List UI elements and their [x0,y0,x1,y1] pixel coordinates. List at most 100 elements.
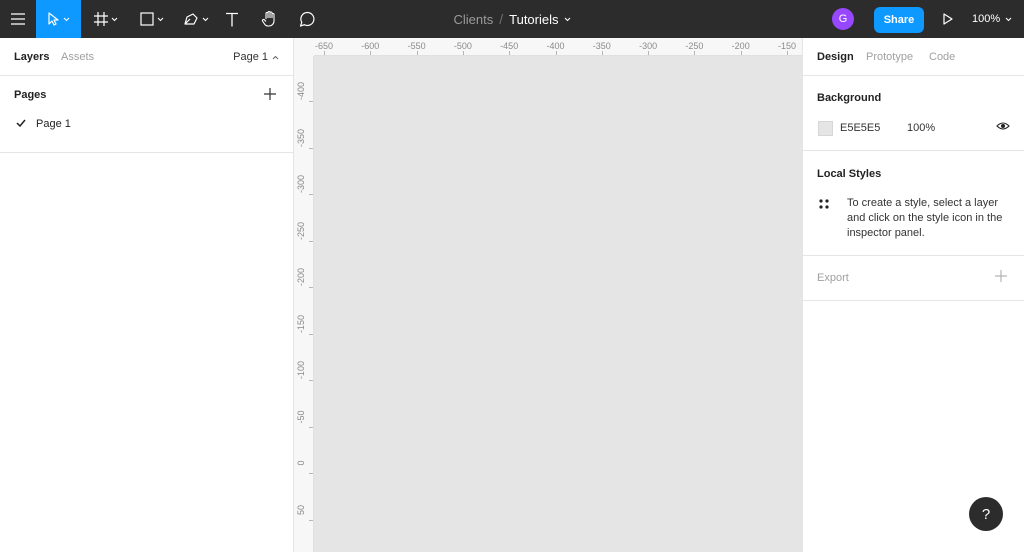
local-styles-title: Local Styles [817,168,882,180]
ruler-label: -200 [731,41,750,51]
text-T-icon [226,12,238,26]
ruler-label: 0 [296,460,306,466]
rectangle-icon [140,12,154,26]
eye-icon[interactable] [996,121,1010,131]
ruler-tick [555,51,557,55]
ruler-tick [309,380,313,381]
chevron-up-icon [272,55,279,59]
comment-tool-button[interactable] [294,0,320,38]
left-panel-tabs: Layers Assets Page 1 [0,38,293,76]
pages-section: Pages Page 1 [0,76,293,153]
zoom-menu[interactable]: 100% [972,0,1012,38]
ruler-corner [294,38,314,56]
tab-design[interactable]: Design [817,38,854,76]
ruler-tick [309,426,313,428]
frame-tool-button[interactable] [86,0,126,38]
breadcrumb-file-name[interactable]: Tutoriels [509,12,558,27]
breadcrumb-separator: / [499,11,504,27]
page-name: Page 1 [36,118,71,130]
ruler-tick [462,51,464,55]
page-select[interactable]: Page 1 [233,38,279,76]
shape-tool-button[interactable] [132,0,172,38]
ruler-tick [309,519,313,521]
style-grid-icon [819,199,829,209]
ruler-label: -300 [296,174,306,194]
tab-prototype[interactable]: Prototype [866,38,913,76]
ruler-label: -250 [685,41,704,51]
chevron-down-icon [157,17,164,21]
ruler-label: -400 [296,81,306,101]
ruler-tick [309,333,313,335]
background-title: Background [817,92,882,104]
ruler-label: -450 [500,41,519,51]
left-panel: Layers Assets Page 1 Pages Page 1 [0,38,294,552]
ruler-label: -350 [592,41,611,51]
add-page-button[interactable] [262,86,278,102]
chevron-down-icon[interactable] [564,17,571,22]
move-tool-button[interactable] [36,0,81,38]
ruler-tick [370,51,372,55]
pen-nib-icon [184,13,198,25]
chevron-down-icon [202,17,209,21]
hand-icon [261,10,275,27]
canvas[interactable] [314,56,802,552]
zoom-level: 100% [972,13,1001,25]
tab-layers[interactable]: Layers [14,38,49,76]
ruler-tick [416,51,418,55]
play-icon [943,13,953,25]
ruler-label: -200 [296,267,306,287]
plus-icon[interactable] [995,270,1007,282]
local-styles-hint: To create a style, select a layer and cl… [847,197,1003,239]
pages-title: Pages [14,89,47,101]
export-title: Export [817,272,849,284]
ruler-tick [309,101,313,102]
ruler-label: -150 [296,314,306,333]
export-section: Export [803,256,1024,301]
tab-code[interactable]: Code [929,38,955,76]
hamburger-menu-icon [11,13,25,25]
ruler-label: -50 [296,409,306,424]
ruler-tick [309,240,313,242]
ruler-label: -650 [314,41,334,51]
checkmark-icon [16,119,26,127]
avatar[interactable]: G [832,8,854,30]
tab-assets[interactable]: Assets [61,38,94,76]
page-list-item[interactable]: Page 1 [0,114,293,136]
ruler-tick [309,473,313,474]
ruler-tick [648,51,650,55]
cursor-arrow-icon [47,12,59,26]
local-styles-section: Local Styles To create a style, select a… [803,151,1024,256]
ruler-label: -400 [546,41,565,51]
frame-hash-icon [94,12,108,26]
background-hex-value[interactable]: E5E5E5 [840,122,880,134]
present-button[interactable] [938,0,958,38]
ruler-label: -150 [777,41,797,51]
right-panel-tabs: Design Prototype Code [803,38,1024,76]
breadcrumb-project[interactable]: Clients [453,12,493,27]
page-select-label: Page 1 [233,51,268,63]
text-tool-button[interactable] [220,0,244,38]
ruler-tick [324,51,325,55]
ruler-label: -500 [453,41,472,51]
ruler-vertical: -400 -350 -300 -250 -200 -150 -100 -50 0 50 [294,38,314,552]
hand-tool-button[interactable] [256,0,284,38]
plus-icon [264,88,276,100]
chevron-down-icon [111,17,118,21]
chevron-down-icon [63,17,69,21]
background-color-swatch[interactable] [818,121,833,136]
main-menu-button[interactable] [0,0,36,38]
right-panel: Design Prototype Code Background E5E5E5 … [802,38,1024,552]
ruler-tick [601,51,603,55]
ruler-label: -350 [296,128,306,147]
ruler-tick [694,51,696,55]
chevron-down-icon [1005,17,1012,21]
pen-tool-button[interactable] [176,0,216,38]
ruler-label: -600 [361,41,380,51]
ruler-tick [309,287,313,288]
share-button[interactable]: Share [874,7,924,33]
ruler-label: -300 [639,41,658,51]
help-button[interactable]: ? [969,497,1003,531]
background-section: Background E5E5E5 100% [803,76,1024,151]
background-opacity[interactable]: 100% [907,122,935,134]
ruler-label: -550 [407,41,426,51]
